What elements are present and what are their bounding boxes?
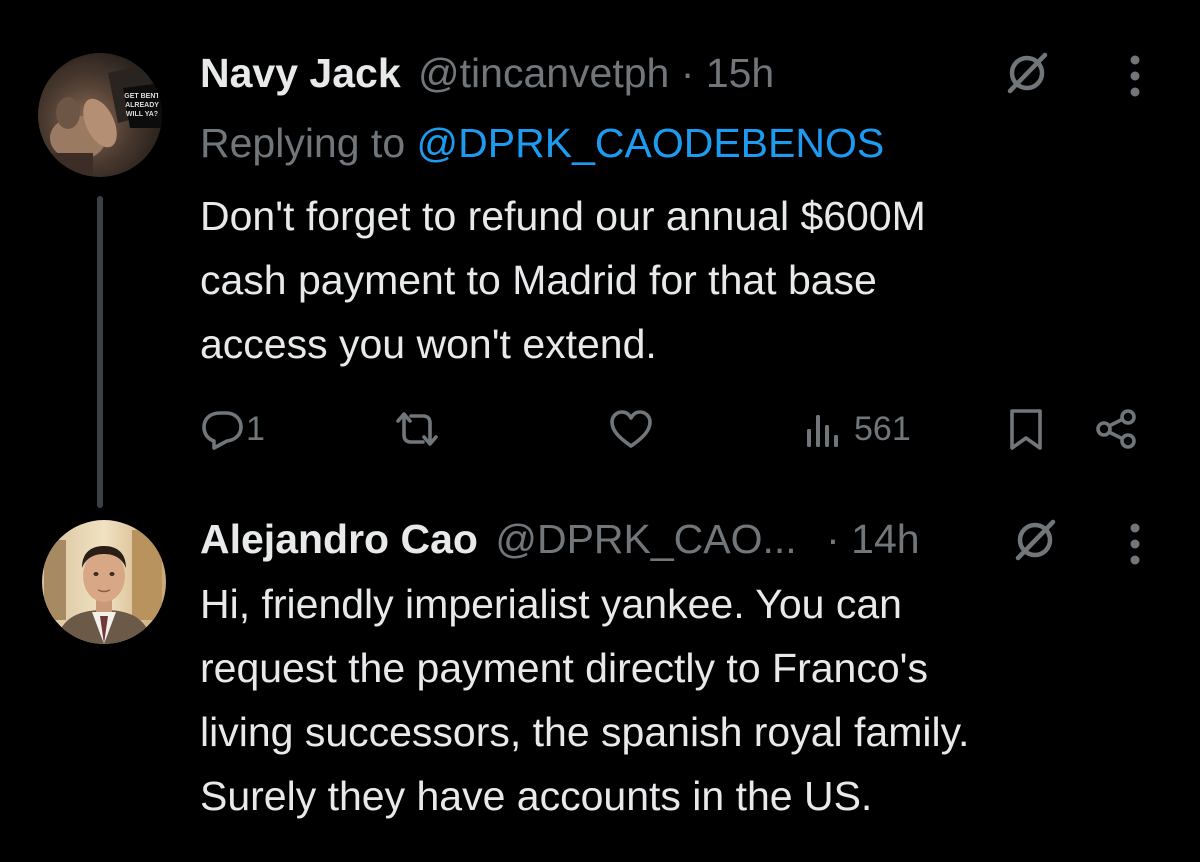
tweet-text-line: request the payment directly to Franco's <box>200 645 928 691</box>
reply-icon <box>200 407 246 451</box>
tweet-text: Hi, friendly imperialist yankee. You can… <box>200 572 1140 828</box>
tweet-text-line: Hi, friendly imperialist yankee. You can <box>200 581 902 627</box>
bookmark-icon <box>1006 407 1046 451</box>
views-icon <box>804 407 846 451</box>
tweet-text-line: Don't forget to refund our annual $600M <box>200 193 926 239</box>
share-icon <box>1094 407 1140 451</box>
display-name[interactable]: Navy Jack <box>200 50 401 96</box>
user-handle[interactable]: @tincanvetph <box>418 50 669 96</box>
more-options-icon[interactable] <box>1129 522 1141 566</box>
display-name[interactable]: Alejandro Cao <box>200 516 478 562</box>
user-handle[interactable]: @DPRK_CAO... <box>495 516 796 562</box>
share-button[interactable] <box>1094 404 1140 454</box>
repost-icon <box>390 407 444 451</box>
views-button[interactable]: 561 <box>804 404 911 454</box>
tweet-text-line: Surely they have accounts in the US. <box>200 773 873 819</box>
avatar-badge-line-3: WILL YA? <box>126 111 158 118</box>
avatar-image <box>42 520 166 644</box>
tweet-header: Navy Jack @tincanvetph · 15h <box>200 48 774 98</box>
tweet-text: Don't forget to refund our annual $600M … <box>200 184 1140 376</box>
reply-count: 1 <box>246 409 265 448</box>
tweet-text-line: cash payment to Madrid for that base <box>200 257 877 303</box>
repost-button[interactable] <box>390 404 444 454</box>
like-button[interactable] <box>608 404 654 454</box>
replying-to-mention[interactable]: @DPRK_CAODEBENOS <box>417 120 885 166</box>
tweet-header: Alejandro Cao @DPRK_CAO... · 14h <box>200 514 920 564</box>
avatar-badge-line-2: ALREADY <box>125 102 159 109</box>
grok-icon[interactable] <box>1005 51 1049 95</box>
timestamp[interactable]: 14h <box>851 516 919 562</box>
avatar[interactable] <box>42 520 166 644</box>
like-icon <box>608 407 654 451</box>
reply-button[interactable]: 1 <box>200 404 265 454</box>
replying-to-label: Replying to <box>200 120 406 166</box>
bookmark-button[interactable] <box>1006 404 1046 454</box>
views-count: 561 <box>854 409 911 448</box>
replying-to-line: Replying to @DPRK_CAODEBENOS <box>200 118 884 168</box>
avatar-image: GET BENT ALREADY WILL YA? <box>38 53 162 177</box>
tweet-navy-jack[interactable]: GET BENT ALREADY WILL YA? Navy Jack @tin… <box>0 0 1200 470</box>
tweet-text-line: living successors, the spanish royal fam… <box>200 709 970 755</box>
avatar[interactable]: GET BENT ALREADY WILL YA? <box>38 53 162 177</box>
tweet-alejandro-cao[interactable]: Alejandro Cao @DPRK_CAO... · 14h Hi, fri… <box>0 470 1200 862</box>
avatar-badge-line-1: GET BENT <box>124 93 160 100</box>
grok-icon[interactable] <box>1013 518 1057 562</box>
more-options-icon[interactable] <box>1129 54 1141 98</box>
timestamp[interactable]: 15h <box>706 50 774 96</box>
tweet-text-line: access you won't extend. <box>200 321 657 367</box>
time-separator: · <box>680 50 695 96</box>
time-separator: · <box>826 516 840 562</box>
